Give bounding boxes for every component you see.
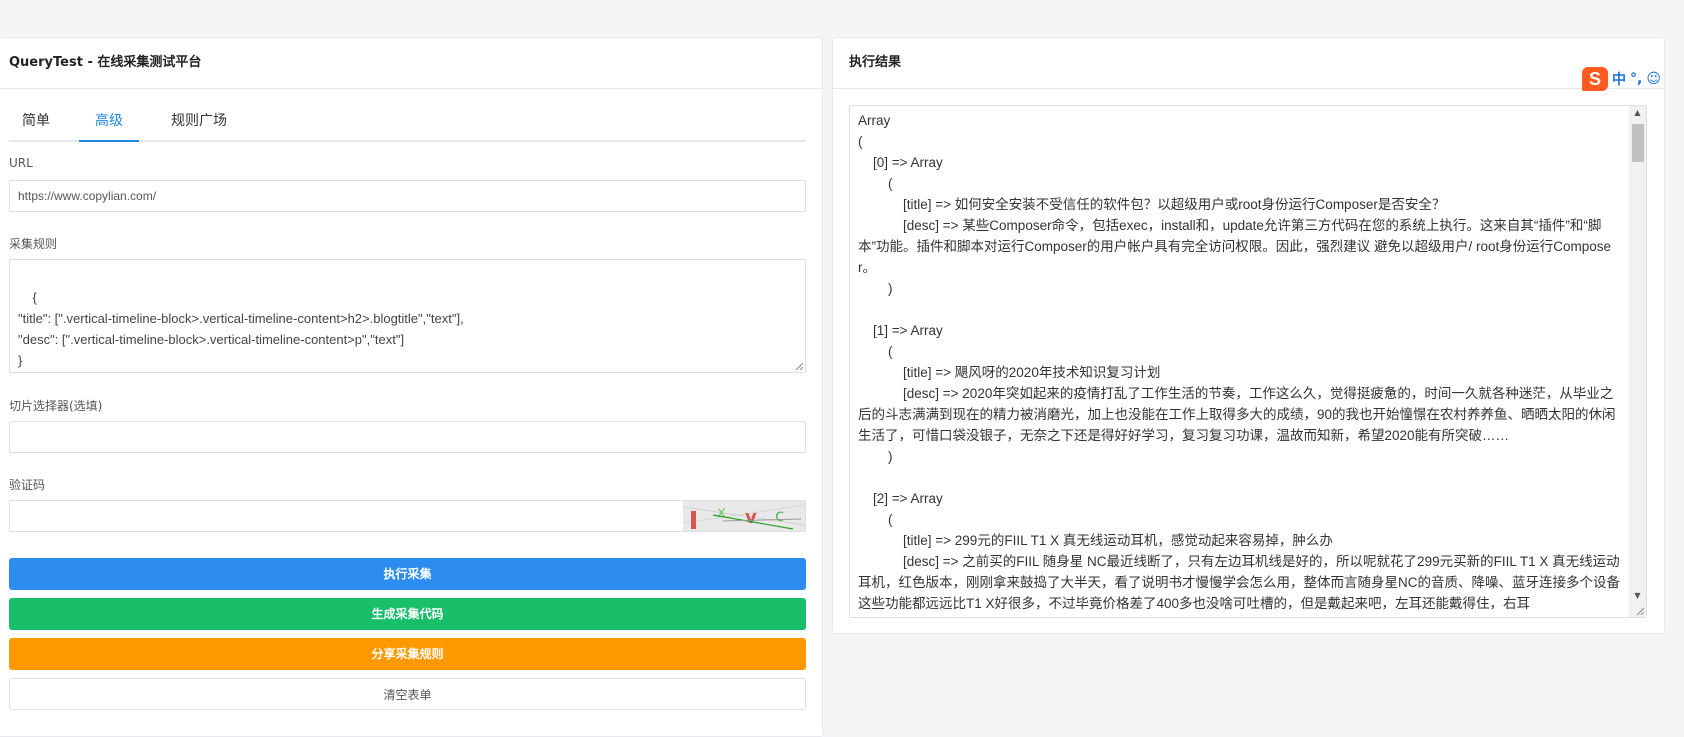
mode-tabs: 简单 高级 规则广场 bbox=[9, 104, 806, 142]
result-textarea[interactable]: Array ( [0] => Array ( [title] => 如何安全安装… bbox=[849, 105, 1647, 618]
scroll-thumb[interactable] bbox=[1632, 124, 1644, 162]
svg-text:v: v bbox=[745, 507, 757, 528]
rules-text: { "title": [".vertical-timeline-block>.v… bbox=[18, 290, 464, 368]
ime-language-toggle[interactable]: 中 bbox=[1612, 69, 1626, 89]
slice-selector-label: 切片选择器(选填) bbox=[9, 399, 103, 413]
scroll-down-icon[interactable]: ▼ bbox=[1629, 589, 1646, 603]
result-text: Array ( [0] => Array ( [title] => 如何安全安装… bbox=[858, 113, 1620, 611]
result-panel: 执行结果 Array ( [0] => Array ( [title] => 如… bbox=[832, 37, 1665, 634]
form-panel-title: QueryTest - 在线采集测试平台 bbox=[0, 38, 822, 89]
svg-text:c: c bbox=[775, 506, 784, 526]
scroll-up-icon[interactable]: ▲ bbox=[1629, 106, 1646, 120]
rules-label: 采集规则 bbox=[9, 237, 58, 251]
share-rule-button[interactable]: 分享采集规则 bbox=[9, 638, 806, 670]
captcha-input[interactable]: x v c bbox=[9, 500, 806, 532]
execute-button[interactable]: 执行采集 bbox=[9, 558, 806, 590]
svg-text:x: x bbox=[717, 503, 726, 521]
sogou-logo-icon[interactable]: S bbox=[1582, 67, 1608, 91]
ime-emoji-icon[interactable]: ☺ bbox=[1646, 71, 1661, 87]
tab-advanced[interactable]: 高级 bbox=[79, 104, 139, 142]
ime-punctuation-toggle[interactable]: °, bbox=[1630, 71, 1642, 87]
url-input[interactable]: https://www.copylian.com/ bbox=[9, 180, 806, 212]
tab-rule-square[interactable]: 规则广场 bbox=[159, 104, 239, 140]
tab-simple[interactable]: 简单 bbox=[9, 104, 63, 140]
captcha-image[interactable]: x v c bbox=[683, 501, 805, 531]
resize-grip-icon[interactable] bbox=[1636, 607, 1644, 615]
captcha-label: 验证码 bbox=[9, 478, 46, 492]
result-scrollbar[interactable]: ▲ ▼ bbox=[1629, 106, 1646, 617]
ime-toolbar: S 中 °, ☺ bbox=[1582, 66, 1661, 92]
resize-grip-icon[interactable] bbox=[795, 362, 803, 370]
clear-form-button[interactable]: 清空表单 bbox=[9, 678, 806, 710]
result-panel-title: 执行结果 bbox=[833, 38, 1664, 89]
url-label: URL bbox=[9, 156, 33, 170]
query-form-panel: QueryTest - 在线采集测试平台 简单 高级 规则广场 URL http… bbox=[0, 37, 823, 737]
generate-code-button[interactable]: 生成采集代码 bbox=[9, 598, 806, 630]
rules-textarea[interactable]: { "title": [".vertical-timeline-block>.v… bbox=[9, 259, 806, 373]
slice-selector-input[interactable] bbox=[9, 421, 806, 453]
